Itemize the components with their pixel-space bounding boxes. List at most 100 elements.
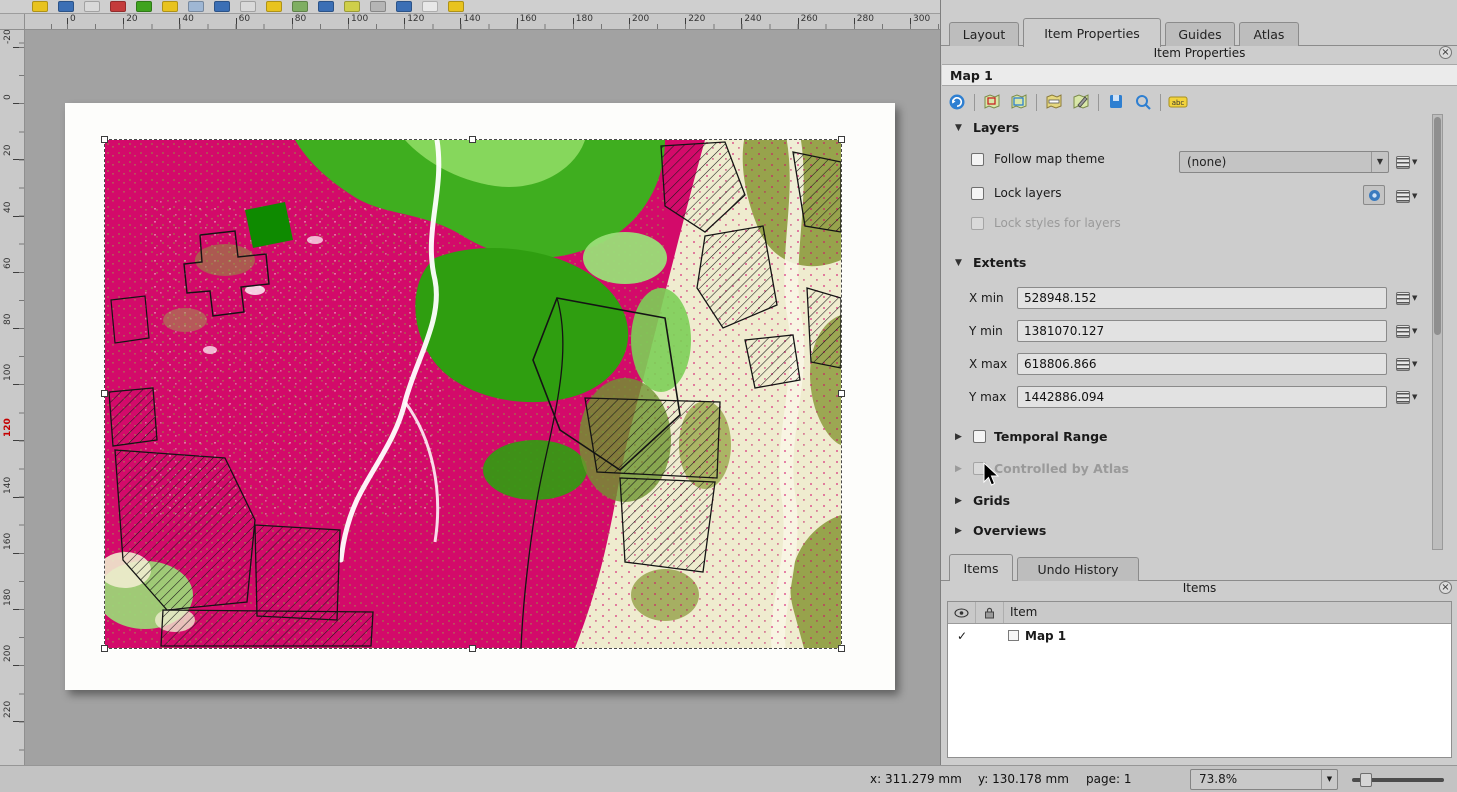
controlled-by-atlas-label: Controlled by Atlas [994,461,1129,476]
lock-column-header[interactable] [976,602,1004,623]
ruler-label: 260 [801,14,818,24]
toolbar-icon[interactable] [396,1,412,12]
bookmark-icon[interactable] [1106,92,1126,112]
toolbar-icon[interactable] [84,1,100,12]
item-column-header[interactable]: Item [1004,602,1451,623]
tab-atlas[interactable]: Atlas [1239,22,1299,46]
resize-handle-bottom-middle[interactable] [469,645,476,652]
toolbar-icon[interactable] [162,1,178,12]
resize-handle-bottom-left[interactable] [101,645,108,652]
ruler-label: 280 [857,14,874,24]
overviews-group-header[interactable]: ▶ Overviews [955,523,1046,538]
chevron-down-icon: ▼ [1321,770,1337,789]
zoom-slider-handle[interactable] [1360,773,1372,787]
xmin-input[interactable]: 528948.152 [1017,287,1387,309]
ruler-tick [13,47,24,48]
toolbar-icon[interactable] [370,1,386,12]
toolbar-icon[interactable] [448,1,464,12]
ruler-tick [236,18,237,29]
edit-map-extent-icon[interactable] [1071,92,1091,112]
map-theme-select[interactable]: (none) ▼ [1179,151,1389,173]
map-item-map1[interactable] [105,140,841,648]
toolbar-icon[interactable] [136,1,152,12]
toolbar-icon[interactable] [240,1,256,12]
set-layers-from-canvas-button[interactable] [1363,185,1385,205]
page-readout: page: 1 [1086,772,1131,786]
data-defined-override-button[interactable]: ▼ [1396,152,1424,172]
toolbar-icon[interactable] [292,1,308,12]
tab-items[interactable]: Items [949,554,1013,581]
right-panel: Layout Item Properties Guides Atlas Item… [940,0,1457,765]
ruler-label: 40 [3,201,13,212]
tab-undo-history[interactable]: Undo History [1017,557,1139,581]
toolbar-icon[interactable] [58,1,74,12]
ruler-tick [685,18,686,29]
table-row[interactable]: ✓ Map 1 [948,624,1451,647]
lock-layers-checkbox[interactable] [971,187,984,200]
ymax-input[interactable]: 1442886.094 [1017,386,1387,408]
data-defined-override-button[interactable]: ▼ [1396,354,1424,374]
ruler-tick [67,18,68,29]
labeling-settings-icon[interactable]: abc [1168,92,1188,112]
ruler-tick [13,440,24,441]
extents-group-header[interactable]: ▼ Extents [955,255,1026,270]
scrollbar-thumb[interactable] [1434,117,1441,335]
set-scale-icon[interactable] [1044,92,1064,112]
ruler-label: 20 [3,145,13,156]
tab-item-properties[interactable]: Item Properties [1023,18,1161,47]
ruler-label: 80 [295,14,306,24]
layout-canvas[interactable] [25,30,940,765]
item-visibility-check[interactable]: ✓ [948,629,976,643]
ruler-label: 120 [3,419,13,438]
search-map-icon[interactable] [1133,92,1153,112]
xmax-input[interactable]: 618806.866 [1017,353,1387,375]
data-defined-override-button[interactable]: ▼ [1396,387,1424,407]
zoom-slider[interactable] [1352,778,1444,782]
grids-group-header[interactable]: ▶ Grids [955,493,1010,508]
tab-layout[interactable]: Layout [949,22,1019,46]
item-checkbox[interactable] [1008,630,1019,641]
toolbar-icon[interactable] [32,1,48,12]
data-defined-override-button[interactable]: ▼ [1396,288,1424,308]
toolbar-separator [1160,94,1161,111]
items-table: Item ✓ Map 1 [947,601,1452,758]
resize-handle-top-right[interactable] [838,136,845,143]
toolbar-separator [1098,94,1099,111]
properties-scrollbar[interactable] [1432,114,1443,550]
update-map-preview-icon[interactable] [947,92,967,112]
toolbar-icon[interactable] [214,1,230,12]
controlled-by-atlas-checkbox [973,462,986,475]
ruler-tick [629,18,630,29]
toolbar-icon[interactable] [110,1,126,12]
data-defined-override-button[interactable]: ▼ [1396,186,1424,206]
tab-guides[interactable]: Guides [1165,22,1235,46]
data-defined-override-button[interactable]: ▼ [1396,321,1424,341]
toolbar-icon[interactable] [266,1,282,12]
layers-group-header[interactable]: ▼ Layers [955,120,1019,135]
resize-handle-middle-left[interactable] [101,390,108,397]
view-map-extent-icon[interactable] [1009,92,1029,112]
follow-map-theme-label: Follow map theme [994,152,1105,166]
toolbar-icon[interactable] [318,1,334,12]
zoom-level-select[interactable]: 73.8% ▼ [1190,769,1338,790]
resize-handle-middle-right[interactable] [838,390,845,397]
chevron-down-icon: ▼ [1412,360,1417,368]
item-title: Map 1 [942,64,1457,86]
temporal-range-group-header[interactable]: ▶ Temporal Range [955,429,1108,444]
toolbar-icon[interactable] [344,1,360,12]
resize-handle-bottom-right[interactable] [838,645,845,652]
follow-map-theme-checkbox[interactable] [971,153,984,166]
close-items-panel-icon[interactable]: × [1439,581,1452,594]
toolbar-icon[interactable] [188,1,204,12]
chevron-down-icon: ▼ [955,258,965,268]
ruler-tick [292,18,293,29]
resize-handle-top-left[interactable] [101,136,108,143]
set-map-canvas-extent-icon[interactable] [982,92,1002,112]
visibility-column-header[interactable] [948,602,976,623]
temporal-range-checkbox[interactable] [973,430,986,443]
close-panel-icon[interactable]: × [1439,46,1452,59]
ymin-input[interactable]: 1381070.127 [1017,320,1387,342]
resize-handle-top-middle[interactable] [469,136,476,143]
toolbar-icon[interactable] [422,1,438,12]
main-toolbar-partial [0,0,940,14]
